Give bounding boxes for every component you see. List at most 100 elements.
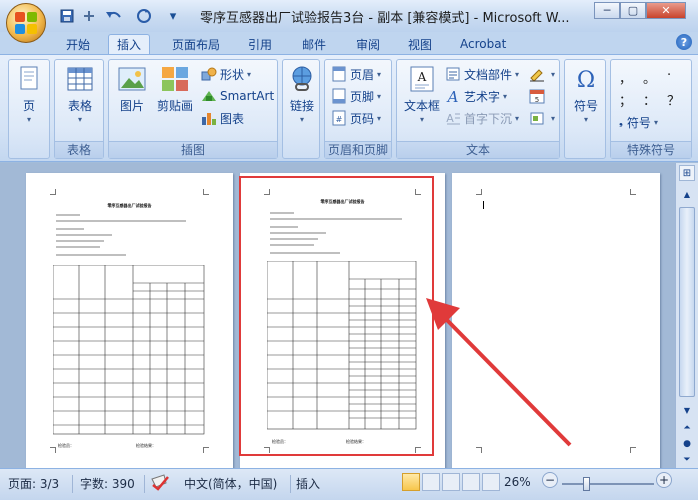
zoom-slider-track[interactable] [562, 477, 654, 491]
globe-link-icon [292, 66, 312, 91]
wordart-button[interactable]: A 艺术字 ▾ [445, 86, 507, 106]
date-time-button[interactable]: 5 [529, 86, 548, 106]
tab-acrobat[interactable]: Acrobat [452, 34, 514, 54]
zoom-slider-thumb[interactable] [582, 477, 590, 491]
zoom-out-button[interactable]: − [542, 472, 558, 488]
close-button[interactable]: ✕ [646, 2, 686, 19]
chevron-down-icon: ▾ [583, 115, 588, 124]
signature-line-button[interactable]: ▾ [529, 64, 555, 84]
shapes-button[interactable]: 形状 ▾ [201, 64, 251, 84]
dropcap-icon: A [446, 112, 460, 125]
textbox-button[interactable]: A 文本框 ▾ [401, 64, 443, 124]
scroll-thumb[interactable] [679, 207, 695, 397]
footer-button[interactable]: 页脚 ▾ [331, 86, 381, 106]
group-label-illustrations: 插图 [109, 141, 277, 158]
table-button[interactable]: 表格 ▾ [61, 64, 99, 124]
chevron-down-icon: ▾ [419, 115, 424, 124]
title-bar: ▾ 零序互感器出厂试验报告3台 - 副本 [兼容模式] - Microsoft … [0, 0, 698, 32]
chevron-down-icon: ▾ [77, 115, 82, 124]
links-button[interactable]: 链接 ▾ [286, 64, 318, 124]
save-icon[interactable] [58, 7, 76, 25]
pages-button[interactable]: 页 ▾ [15, 64, 43, 124]
quickparts-button[interactable]: 文档部件 ▾ [445, 64, 519, 84]
insert-icon[interactable] [80, 7, 98, 25]
page-corner-mark [630, 447, 636, 453]
document-page-1[interactable]: 零序互感器出厂试验报告 检验员： 检验结果： [26, 173, 233, 469]
scroll-up-icon[interactable]: ▲ [679, 187, 695, 201]
wordart-icon: A [446, 88, 459, 104]
print-layout-view-icon[interactable] [402, 473, 420, 491]
tab-page-layout[interactable]: 页面布局 [164, 34, 228, 54]
maximize-button[interactable]: ▢ [620, 2, 646, 19]
symbol-period[interactable]: 。 [643, 68, 656, 87]
signature-line-icon [530, 69, 544, 82]
annotation-arrow [426, 298, 572, 447]
page-corner-mark [630, 189, 636, 195]
previous-page-icon[interactable]: ⏶ [679, 421, 695, 435]
report-table-1 [53, 265, 205, 435]
browse-object-icon[interactable]: ● [679, 437, 695, 451]
zoom-level[interactable]: 26% [504, 475, 531, 489]
symbol-dot[interactable]: · [667, 68, 671, 83]
customize-qat-button[interactable]: ▾ [166, 7, 180, 25]
group-label-tables: 表格 [55, 141, 103, 158]
svg-text:A: A [417, 70, 427, 84]
ruler-toggle-icon[interactable]: ⊞ [679, 165, 695, 181]
window-title: 零序互感器出厂试验报告3台 - 副本 [兼容模式] - Microsoft W.… [200, 11, 570, 26]
header-icon [332, 66, 346, 82]
table-label: 表格 [67, 99, 92, 113]
proofing-icon[interactable] [150, 473, 170, 494]
zoom-in-button[interactable]: + [656, 472, 672, 488]
special-symbol-dropdown[interactable]: ❟ 符号 ▾ [619, 112, 658, 132]
symbol-comma[interactable]: ， [619, 68, 632, 87]
dropcap-button[interactable]: A 首字下沉 ▾ [445, 108, 519, 128]
wordart-label: 艺术字 [464, 89, 501, 104]
svg-text:5: 5 [535, 96, 539, 104]
vertical-scrollbar[interactable]: ⊞ ▲ ▼ ⏶ ● ⏷ [675, 163, 698, 468]
page-number-button[interactable]: # 页码 ▾ [331, 108, 381, 128]
web-layout-icon[interactable] [442, 473, 460, 491]
smartart-label: SmartArt [220, 89, 275, 103]
minimize-button[interactable]: ─ [594, 2, 620, 19]
tab-insert[interactable]: 插入 [108, 34, 151, 54]
page-number-label: 页码 [350, 111, 375, 126]
picture-button[interactable]: 图片 [115, 64, 149, 114]
tab-review[interactable]: 审阅 [348, 34, 388, 54]
group-links: 链接 ▾ [282, 59, 320, 159]
language-status[interactable]: 中文(简体，中国) [184, 475, 277, 492]
symbol-question[interactable]: ？ [667, 90, 680, 109]
undo-icon[interactable] [102, 7, 126, 25]
chart-button[interactable]: 图表 [201, 108, 244, 128]
chevron-down-icon: ▾ [26, 115, 31, 124]
symbol-button[interactable]: Ω 符号 ▾ [569, 64, 603, 124]
group-text: A 文本框 ▾ 文档部件 ▾ A 艺术字 ▾ A 首字下沉 ▾ ▾ 5 ▾ 文本 [396, 59, 560, 159]
footer-inspector: 检验员： [58, 443, 74, 448]
clipart-button[interactable]: 剪贴画 [153, 64, 197, 114]
next-page-icon[interactable]: ⏷ [679, 453, 695, 467]
smartart-button[interactable]: SmartArt [201, 86, 274, 106]
symbol-colon[interactable]: ： [643, 90, 656, 109]
word-count[interactable]: 字数: 390 [80, 475, 135, 492]
report-title: 零序互感器出厂试验报告 [107, 203, 152, 208]
scroll-down-icon[interactable]: ▼ [679, 403, 695, 417]
outline-view-icon[interactable] [462, 473, 480, 491]
symbol-semicolon[interactable]: ； [619, 90, 632, 109]
tab-home[interactable]: 开始 [58, 34, 98, 54]
group-header-footer: 页眉 ▾ 页脚 ▾ # 页码 ▾ 页眉和页脚 [324, 59, 392, 159]
object-button[interactable]: ▾ [529, 108, 555, 128]
calendar-icon: 5 [529, 89, 545, 104]
help-icon[interactable]: ? [676, 34, 692, 50]
ribbon-tabs: 开始 插入 页面布局 引用 邮件 审阅 视图 Acrobat [0, 32, 698, 54]
highlight-frame [239, 176, 434, 456]
full-screen-reading-icon[interactable] [422, 473, 440, 491]
pages-label: 页 [22, 99, 35, 113]
tab-references[interactable]: 引用 [240, 34, 280, 54]
header-button[interactable]: 页眉 ▾ [331, 64, 381, 84]
tab-view[interactable]: 视图 [400, 34, 440, 54]
tab-mailings[interactable]: 邮件 [294, 34, 334, 54]
office-button[interactable] [6, 3, 46, 43]
draft-view-icon[interactable] [482, 473, 500, 491]
page-count[interactable]: 页面: 3/3 [8, 475, 59, 492]
insert-mode[interactable]: 插入 [296, 475, 320, 492]
redo-icon[interactable] [134, 7, 154, 25]
